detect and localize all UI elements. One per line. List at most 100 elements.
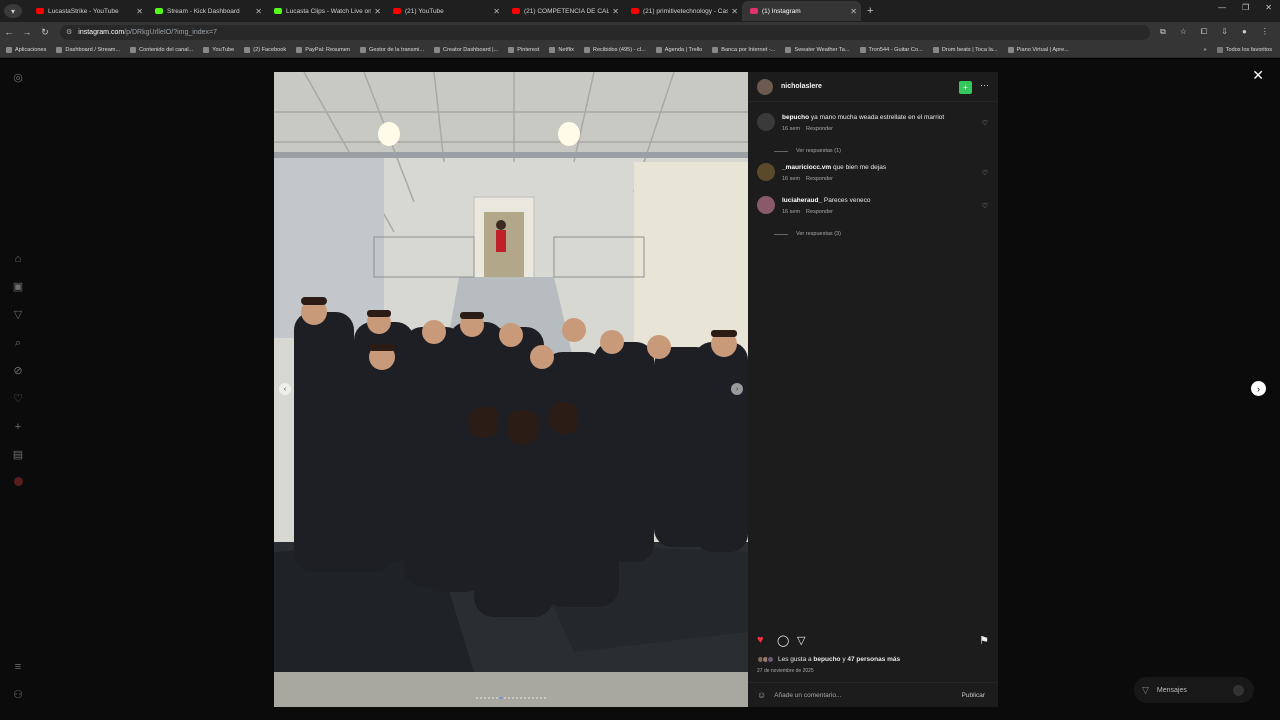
comment-icon[interactable]: ◯: [777, 634, 789, 647]
bookmark-item[interactable]: Agenda | Trello: [655, 46, 702, 53]
photo-prev-icon[interactable]: ‹: [279, 383, 291, 395]
bookmark-favicon-icon: [785, 46, 792, 53]
commenter-avatar[interactable]: [757, 163, 775, 181]
publish-button[interactable]: Publicar: [962, 692, 985, 699]
browser-tab[interactable]: (21) COMPETENCIA DE CALABAZAS✕: [504, 1, 623, 21]
messages-button[interactable]: ▽ Mensajes: [1134, 677, 1254, 703]
close-tab-icon[interactable]: ✕: [255, 7, 262, 16]
like-heart-icon[interactable]: ♥: [757, 634, 764, 646]
browser-tab[interactable]: LucastaStrike - YouTube ✕: [28, 1, 147, 21]
profile-icon[interactable]: ●: [1242, 27, 1247, 37]
dashboard-icon[interactable]: ▤: [12, 449, 24, 461]
bookmark-item[interactable]: Banca por Internet -...: [712, 46, 775, 53]
browser-tab[interactable]: (1) Instagram ✕: [742, 1, 861, 21]
bookmark-item[interactable]: Sweater Weather Ta...: [785, 46, 850, 53]
tab-title: LucastaStrike - YouTube: [48, 7, 119, 15]
bookmark-item[interactable]: YouTube: [203, 46, 234, 53]
close-tab-icon[interactable]: ✕: [731, 7, 738, 16]
bookmark-item[interactable]: Gestor de la transmi...: [360, 46, 424, 53]
more-bookmarks-icon[interactable]: »: [1204, 47, 1207, 53]
more-menu-icon[interactable]: ≡: [12, 661, 24, 673]
site-info-icon[interactable]: ⚙: [66, 28, 72, 36]
view-replies-button[interactable]: Ver respuestas (1): [774, 148, 841, 154]
new-tab-button[interactable]: +: [867, 5, 873, 17]
profile-avatar-icon[interactable]: [12, 477, 24, 489]
follow-add-icon[interactable]: +: [959, 81, 972, 94]
instagram-logo-icon[interactable]: ◎: [12, 72, 24, 84]
comment-username[interactable]: luciaheraud_: [782, 197, 822, 204]
bookmark-item[interactable]: Netflix: [549, 46, 574, 53]
bookmark-item[interactable]: (2) Facebook: [244, 46, 286, 53]
close-window-icon[interactable]: ✕: [1265, 3, 1272, 12]
view-replies-button[interactable]: Ver respuestas (3): [774, 231, 841, 237]
bookmark-item[interactable]: Piano Virtual | Apre...: [1007, 46, 1069, 53]
comment-username[interactable]: _mauriciocc.vm: [782, 164, 831, 171]
bookmark-item[interactable]: Aplicaciones: [6, 46, 46, 53]
share-icon[interactable]: ▽: [797, 634, 805, 647]
reply-button[interactable]: Responder: [806, 209, 833, 215]
more-options-icon[interactable]: ···: [980, 80, 989, 90]
browser-tab[interactable]: (21) YouTube ✕: [385, 1, 504, 21]
also-from-meta-icon[interactable]: ⚇: [12, 689, 24, 701]
address-bar[interactable]: ⚙ instagram.com/p/DRkgUrlleIO/?img_index…: [60, 24, 1150, 40]
bookmark-label: Creator Dashboard |...: [443, 46, 499, 53]
bookmark-item[interactable]: Drum beats | Toca la...: [932, 46, 998, 53]
browser-menu-icon[interactable]: ⋮: [1261, 27, 1269, 37]
extensions-icon[interactable]: ⧠: [1201, 27, 1207, 37]
bookmark-item[interactable]: Creator Dashboard |...: [434, 46, 499, 53]
reels-icon[interactable]: ▣: [12, 281, 24, 293]
maximize-icon[interactable]: ❐: [1242, 3, 1249, 12]
notifications-heart-icon[interactable]: ♡: [12, 393, 24, 405]
bookmark-favicon-icon: [549, 46, 556, 53]
comment-like-icon[interactable]: ♡: [982, 202, 988, 210]
author-username[interactable]: nicholaslere: [781, 83, 822, 90]
tab-favicon-icon: [512, 8, 520, 14]
create-icon[interactable]: +: [12, 421, 24, 433]
bookmark-star-icon[interactable]: ☆: [1180, 27, 1187, 37]
direct-messages-icon[interactable]: ▽: [12, 309, 24, 321]
all-bookmarks[interactable]: Todos los favoritos: [1216, 46, 1272, 53]
browser-tab[interactable]: Lucasta Clips - Watch Live on Kick✕: [266, 1, 385, 21]
bookmark-item[interactable]: Dashboard / Stream...: [56, 46, 120, 53]
post-photo: ‹ ›: [274, 72, 748, 707]
likes-others[interactable]: 47 personas más: [847, 656, 900, 663]
bookmark-item[interactable]: PayPal: Resumen: [296, 46, 350, 53]
close-tab-icon[interactable]: ✕: [374, 7, 381, 16]
bookmark-item[interactable]: Tron544 - Guitar Co...: [859, 46, 923, 53]
reply-button[interactable]: Responder: [806, 126, 833, 132]
browser-tab[interactable]: Stream - Kick Dashboard ✕: [147, 1, 266, 21]
author-avatar[interactable]: [757, 78, 773, 95]
bookmark-item[interactable]: Recibidos (495) - cl...: [583, 46, 646, 53]
emoji-icon[interactable]: ☺: [757, 690, 766, 700]
commenter-avatar[interactable]: [757, 196, 775, 214]
save-bookmark-icon[interactable]: ⚑: [979, 634, 989, 647]
next-post-icon[interactable]: ›: [1251, 381, 1266, 396]
browser-tab[interactable]: (21) primitivetechnology - Castl ✕: [623, 1, 742, 21]
reload-icon[interactable]: ↻: [36, 27, 54, 38]
likes-user[interactable]: bepucho: [813, 656, 840, 663]
photo-next-icon[interactable]: ›: [731, 383, 743, 395]
reply-button[interactable]: Responder: [806, 176, 833, 182]
downloads-icon[interactable]: ⇩: [1221, 27, 1228, 37]
explore-icon[interactable]: ⊘: [12, 365, 24, 377]
bookmark-item[interactable]: Pinterest: [508, 46, 539, 53]
close-tab-icon[interactable]: ✕: [850, 7, 857, 16]
comment-like-icon[interactable]: ♡: [982, 169, 988, 177]
close-tab-icon[interactable]: ✕: [612, 7, 619, 16]
comment-like-icon[interactable]: ♡: [982, 119, 988, 127]
close-post-icon[interactable]: ✕: [1252, 67, 1264, 84]
search-icon[interactable]: ⌕: [12, 337, 24, 349]
forward-icon[interactable]: →: [18, 27, 36, 37]
commenter-avatar[interactable]: [757, 113, 775, 131]
view-replies-label: Ver respuestas (1): [796, 148, 841, 154]
back-icon[interactable]: ←: [0, 27, 18, 37]
comment-input[interactable]: Añade un comentario...: [774, 692, 961, 699]
close-tab-icon[interactable]: ✕: [493, 7, 500, 16]
minimize-icon[interactable]: —: [1218, 3, 1226, 12]
home-icon[interactable]: ⌂: [12, 253, 24, 265]
tab-search-icon[interactable]: ▾: [4, 4, 22, 18]
comment-username[interactable]: bepucho: [782, 114, 809, 121]
close-tab-icon[interactable]: ✕: [136, 7, 143, 16]
install-icon[interactable]: ⧉: [1160, 27, 1166, 37]
bookmark-item[interactable]: Contenido del canal...: [130, 46, 193, 53]
